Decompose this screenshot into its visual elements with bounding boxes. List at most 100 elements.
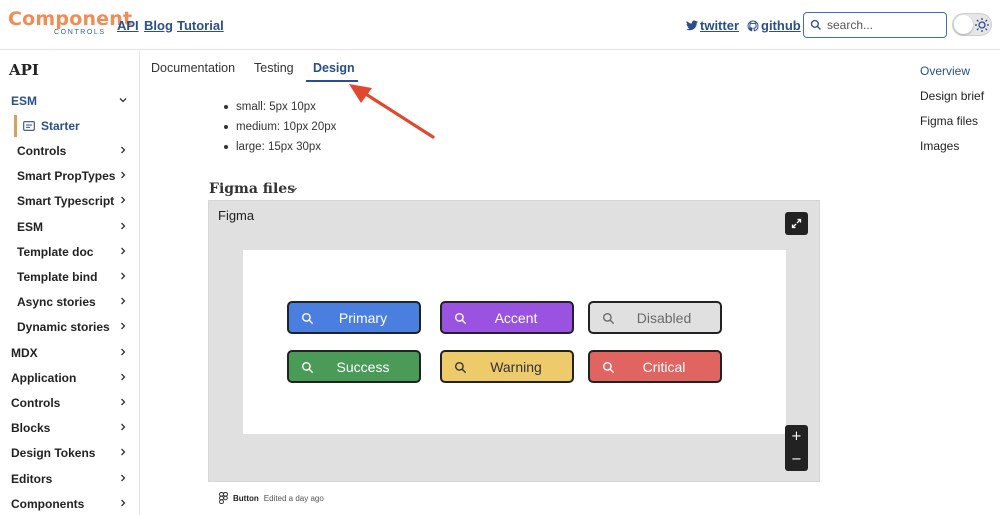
sidebar-item-label: Blocks [11, 421, 51, 436]
sidebar-item-template-bind[interactable]: Template bind [0, 266, 139, 288]
sidebar-item-design-tokens[interactable]: Design Tokens [0, 442, 139, 464]
zoom-out-button[interactable]: − [785, 448, 808, 471]
sidebar-item-dynamic-stories[interactable]: Dynamic stories [0, 316, 139, 338]
chevron-right-icon [121, 398, 126, 406]
zoom-controls: + − [785, 425, 808, 471]
github-link[interactable]: github [747, 18, 801, 33]
sidebar-item-label: MDX [11, 345, 38, 360]
tab-documentation[interactable]: Documentation [151, 61, 235, 75]
sidebar-item-template-doc[interactable]: Template doc [0, 241, 139, 263]
sidebar: API ESM Starter Controls Smart PropTypes S… [0, 51, 140, 515]
sidebar-item-editors[interactable]: Editors [0, 468, 139, 490]
expand-icon [791, 218, 802, 229]
search-icon [602, 312, 615, 325]
toggle-knob [954, 15, 973, 34]
sidebar-item-label: ESM [11, 94, 38, 108]
sidebar-item-label: Editors [11, 471, 53, 486]
chevron-down-icon[interactable] [288, 186, 298, 194]
demo-button-disabled[interactable]: Disabled [588, 301, 722, 334]
nav-link-api[interactable]: API [117, 18, 139, 33]
logo[interactable]: Component CONTROLS [8, 8, 132, 40]
sidebar-item-label: ESM [17, 219, 44, 234]
sidebar-item-controls[interactable]: Controls [0, 392, 139, 414]
figma-embed[interactable]: Figma Primary Accent Disabled Success Warnin… [208, 200, 820, 482]
sidebar-item-mdx[interactable]: MDX [0, 342, 139, 364]
sun-icon [975, 18, 989, 32]
sidebar-item-esm-group[interactable]: ESM [0, 90, 139, 112]
sidebar-item-esm[interactable]: ESM [0, 216, 139, 238]
sidebar-item-label: Smart PropTypes [17, 169, 116, 184]
twitter-link[interactable]: twitter [686, 18, 739, 33]
chevron-down-icon [119, 98, 127, 103]
demo-button-critical[interactable]: Critical [588, 350, 722, 383]
demo-button-label: Warning [490, 358, 542, 375]
top-header: Component CONTROLS API Blog Tutorial twi… [0, 0, 1000, 50]
figma-footer: Button Edited a day ago [219, 492, 324, 504]
sidebar-item-smart-typescript[interactable]: Smart Typescript [0, 190, 139, 212]
chevron-right-icon [121, 247, 126, 255]
sidebar-item-components[interactable]: Components [0, 493, 139, 515]
chevron-right-icon [121, 448, 126, 456]
demo-button-label: Critical [642, 358, 686, 375]
annotation-arrow-icon [349, 84, 435, 139]
figma-file-name[interactable]: Button [233, 494, 259, 503]
sidebar-item-label: Controls [11, 396, 61, 410]
sidebar-item-starter[interactable]: Starter [14, 115, 134, 137]
zoom-in-button[interactable]: + [785, 425, 808, 448]
demo-button-success[interactable]: Success [287, 350, 421, 383]
list-item: medium: 10px 20px [222, 119, 336, 139]
sidebar-item-smart-proptypes[interactable]: Smart PropTypes [0, 165, 139, 187]
search-icon [602, 361, 615, 374]
github-icon [747, 19, 759, 31]
chevron-right-icon [121, 146, 126, 154]
tab-design[interactable]: Design [313, 61, 355, 75]
demo-button-label: Success [336, 358, 390, 375]
size-list: small: 5px 10px medium: 10px 20px large:… [222, 99, 336, 159]
chevron-right-icon [121, 222, 126, 230]
expand-button[interactable] [785, 212, 808, 235]
search-icon [810, 19, 821, 30]
theme-toggle[interactable] [952, 13, 992, 36]
search-box[interactable] [803, 12, 947, 38]
chevron-right-icon [121, 348, 126, 356]
twitter-icon [686, 20, 698, 31]
nav-link-blog[interactable]: Blog [144, 18, 173, 33]
sidebar-item-controls[interactable]: Controls [0, 140, 139, 162]
nav-link-tutorial[interactable]: Tutorial [177, 18, 224, 33]
demo-button-label: Primary [338, 309, 388, 326]
sidebar-title: API [9, 61, 39, 79]
sidebar-item-label: Template bind [17, 270, 98, 284]
sidebar-item-label: Application [11, 370, 77, 385]
toc-overview[interactable]: Overview [920, 64, 970, 78]
list-item: large: 15px 30px [222, 139, 336, 159]
sidebar-item-async-stories[interactable]: Async stories [0, 291, 139, 313]
sidebar-item-label: Dynamic stories [17, 320, 110, 335]
list-item: small: 5px 10px [222, 99, 336, 119]
sidebar-item-label: Controls [17, 144, 67, 158]
demo-button-label: Disabled [636, 309, 692, 326]
sidebar-item-application[interactable]: Application [0, 367, 139, 389]
chevron-right-icon [121, 322, 126, 330]
toc-figma-files[interactable]: Figma files [920, 114, 978, 128]
sidebar-item-blocks[interactable]: Blocks [0, 417, 139, 439]
sidebar-item-label: Design Tokens [11, 446, 96, 461]
sidebar-item-label: Smart Typescript [17, 194, 115, 209]
figma-files-heading: Figma files [209, 181, 296, 197]
chevron-right-icon [121, 272, 126, 280]
sidebar-item-label: Starter [41, 119, 80, 133]
tab-testing[interactable]: Testing [254, 61, 294, 75]
search-icon [454, 312, 467, 325]
demo-button-accent[interactable]: Accent [440, 301, 574, 334]
demo-button-warning[interactable]: Warning [440, 350, 574, 383]
search-input[interactable] [827, 18, 937, 32]
chevron-right-icon [121, 373, 126, 381]
toc-design-brief[interactable]: Design brief [920, 89, 984, 103]
github-label: github [761, 18, 801, 33]
demo-button-label: Accent [494, 309, 538, 326]
chevron-right-icon [121, 499, 126, 507]
demo-button-primary[interactable]: Primary [287, 301, 421, 334]
search-icon [454, 361, 467, 374]
figma-canvas[interactable]: Primary Accent Disabled Success Warning Criti… [243, 250, 786, 434]
chevron-right-icon [121, 196, 126, 204]
toc-images[interactable]: Images [920, 139, 959, 153]
